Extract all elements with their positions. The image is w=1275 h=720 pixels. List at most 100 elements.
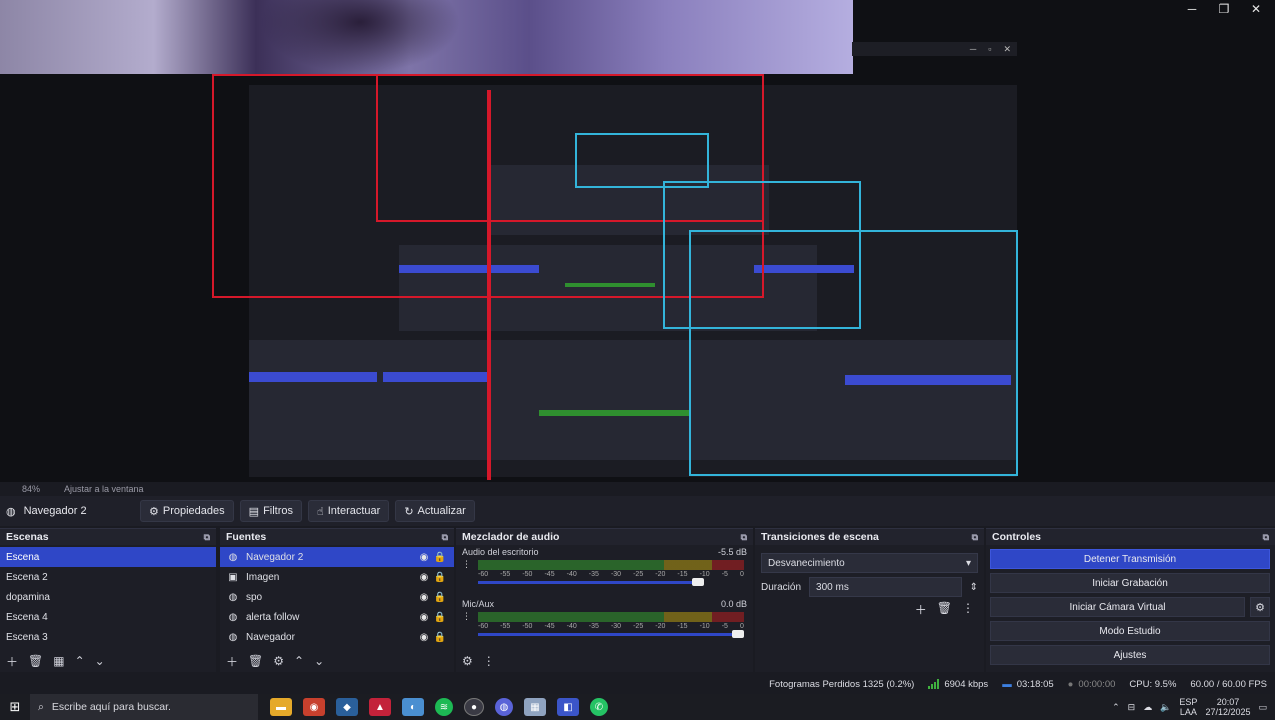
fit-window-label[interactable]: Ajustar a la ventana — [64, 484, 144, 494]
app-icon[interactable]: ▲ — [369, 698, 391, 716]
source-name: Navegador 2 — [246, 551, 304, 563]
clock-date: 27/12/2025 — [1205, 707, 1251, 717]
source-name: spo — [246, 591, 263, 603]
source-item[interactable]: ◍ spo ◉ 🔒 — [220, 587, 454, 607]
volume-slider[interactable] — [478, 630, 744, 638]
gear-icon[interactable]: ⚙ — [273, 654, 284, 668]
slider-handle[interactable] — [692, 578, 704, 586]
volume-icon[interactable]: 🔈 — [1160, 702, 1171, 713]
add-icon[interactable]: ＋ — [915, 601, 927, 618]
webcam-source — [0, 0, 853, 74]
minimize-icon[interactable]: ─ — [1183, 2, 1201, 16]
cloud-icon[interactable]: ☁ — [1143, 702, 1152, 713]
clock[interactable]: 20:07 27/12/2025 — [1205, 697, 1250, 717]
eye-icon[interactable]: ◉ — [416, 612, 432, 623]
whatsapp-icon[interactable]: ✆ — [590, 698, 608, 716]
transitions-title: Transiciones de escena — [761, 531, 879, 543]
properties-button[interactable]: ⚙ Propiedades — [140, 500, 234, 522]
lock-icon[interactable]: 🔒 — [432, 552, 448, 563]
network-icon[interactable]: ⊟ — [1128, 702, 1136, 713]
start-recording-button[interactable]: Iniciar Grabación — [990, 573, 1270, 593]
virtual-camera-button[interactable]: Iniciar Cámara Virtual — [990, 597, 1245, 617]
meter-ticks: -60 -55 -50 -45 -40 -35 -30 -25 -20 -15 -10 -5 0 — [478, 571, 744, 578]
menu-dots-icon[interactable]: ⋮ — [483, 654, 495, 668]
spinner-icon[interactable]: ⇕ — [970, 582, 978, 593]
file-explorer-icon[interactable]: ▬ — [270, 698, 292, 716]
refresh-button[interactable]: ↻ Actualizar — [395, 500, 475, 522]
menu-dots-icon[interactable]: ⋮ — [462, 559, 471, 570]
eye-icon[interactable]: ◉ — [416, 572, 432, 583]
app-icon[interactable]: ◉ — [303, 698, 325, 716]
eye-icon[interactable]: ◉ — [416, 592, 432, 603]
close-icon[interactable]: ✕ — [1247, 2, 1265, 16]
chevron-up-icon[interactable]: ⌃ — [294, 654, 304, 668]
settings-button[interactable]: Ajustes — [990, 645, 1270, 665]
interact-button[interactable]: ☝ Interactuar — [308, 500, 390, 522]
caret-down-icon: ▾ — [965, 557, 971, 569]
app-icon[interactable]: ◧ — [557, 698, 579, 716]
chevron-down-icon[interactable]: ⌄ — [314, 654, 324, 668]
zoom-level[interactable]: 84% — [22, 484, 40, 494]
clock-time: 20:07 — [1216, 697, 1240, 707]
preview-canvas[interactable]: ─ ❐ ✕ ─ ▫ ✕ — [0, 0, 1275, 482]
chat-icon[interactable]: ◍ — [495, 698, 513, 716]
source-item[interactable]: ◍ Navegador 2 ◉ 🔒 — [220, 547, 454, 567]
studio-mode-button[interactable]: Modo Estudio — [990, 621, 1270, 641]
store-icon[interactable]: ▦ — [524, 698, 546, 716]
add-icon[interactable]: ＋ — [6, 653, 18, 670]
source-item[interactable]: ◍ alerta follow ◉ 🔒 — [220, 607, 454, 627]
gear-icon[interactable]: ⚙ — [1250, 597, 1270, 617]
lock-icon[interactable]: 🔒 — [432, 612, 448, 623]
spotify-icon[interactable]: ≋ — [435, 698, 453, 716]
taskbar-search[interactable]: ⌕ Escribe aquí para buscar. — [30, 694, 258, 720]
chevron-down-icon[interactable]: ⌄ — [95, 654, 105, 668]
eye-icon[interactable]: ◉ — [416, 632, 432, 643]
filter-icon[interactable]: ▦ — [53, 654, 64, 668]
lang-top: ESP — [1179, 697, 1198, 707]
scene-item[interactable]: Escena — [0, 547, 216, 567]
status-bar: Fotogramas Perdidos 1325 (0.2%) 6904 kbp… — [0, 674, 1275, 694]
menu-dots-icon[interactable]: ⋮ — [962, 601, 974, 618]
lock-icon[interactable]: 🔒 — [432, 572, 448, 583]
maximize-icon[interactable]: ❐ — [1215, 2, 1233, 16]
scene-item[interactable]: Escena 4 — [0, 607, 216, 627]
slider-handle[interactable] — [732, 630, 744, 638]
chevron-up-icon[interactable]: ⌃ — [1112, 702, 1120, 713]
volume-slider[interactable] — [478, 578, 704, 586]
filters-label: Filtros — [263, 505, 294, 517]
language-indicator[interactable]: ESP LAA — [1179, 697, 1197, 717]
source-item[interactable]: ◍ Navegador ◉ 🔒 — [220, 627, 454, 647]
properties-label: Propiedades — [162, 505, 225, 517]
windows-start-icon[interactable]: ⊞ — [0, 699, 30, 715]
trash-icon[interactable]: 🗑 — [937, 601, 952, 618]
filters-button[interactable]: ▤ Filtros — [239, 500, 303, 522]
source-item[interactable]: ▣ Imagen ◉ 🔒 — [220, 567, 454, 587]
app-icon[interactable]: ◐ — [402, 698, 424, 716]
selected-source-name: Navegador 2 — [23, 505, 87, 517]
undock-icon[interactable]: ⧉ — [972, 532, 978, 543]
trash-icon[interactable]: 🗑 — [248, 654, 263, 668]
notification-icon[interactable]: ▭ — [1258, 702, 1267, 713]
lock-icon[interactable]: 🔒 — [432, 632, 448, 643]
stop-stream-button[interactable]: Detener Transmisión — [990, 549, 1270, 569]
undock-icon[interactable]: ⧉ — [741, 532, 747, 543]
add-icon[interactable]: ＋ — [226, 653, 238, 670]
chevron-up-icon[interactable]: ⌃ — [75, 654, 85, 668]
obs-icon[interactable]: ● — [464, 698, 484, 716]
duration-input[interactable]: 300 ms — [809, 577, 962, 597]
eye-icon[interactable]: ◉ — [416, 552, 432, 563]
lock-icon[interactable]: 🔒 — [432, 592, 448, 603]
scene-item[interactable]: Escena 3 — [0, 627, 216, 647]
scene-item[interactable]: dopamina — [0, 587, 216, 607]
undock-icon[interactable]: ⧉ — [442, 532, 448, 543]
gear-icon[interactable]: ⚙ — [462, 654, 473, 668]
undock-icon[interactable]: ⧉ — [204, 532, 210, 543]
undock-icon[interactable]: ⧉ — [1263, 532, 1269, 543]
menu-dots-icon[interactable]: ⋮ — [462, 611, 471, 622]
channel-level: -5.5 dB — [717, 547, 747, 557]
refresh-icon: ↻ — [404, 505, 414, 518]
trash-icon[interactable]: 🗑 — [28, 654, 43, 668]
scene-item[interactable]: Escena 2 — [0, 567, 216, 587]
transition-select[interactable]: Desvanecimiento ▾ — [761, 553, 978, 573]
steam-icon[interactable]: ◆ — [336, 698, 358, 716]
